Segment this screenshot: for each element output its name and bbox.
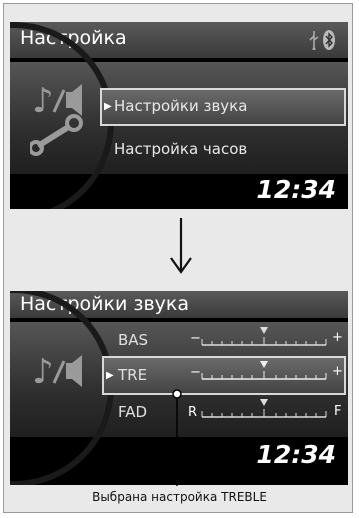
bass-slider[interactable]: [200, 325, 330, 347]
selection-pointer-icon: ▶: [104, 101, 112, 112]
fader-label: FAD: [118, 403, 148, 421]
svg-text:♪: ♪: [32, 81, 54, 121]
menu-item-clock-settings[interactable]: Настройка часов: [114, 140, 247, 158]
down-arrow-icon: [170, 218, 192, 274]
bass-label: BAS: [118, 331, 149, 349]
bass-max-symbol: +: [332, 330, 343, 345]
audio-icon: ♪: [30, 347, 90, 392]
figure-caption: Выбрана настройка TREBLE: [92, 490, 267, 504]
bluetooth-icon: [323, 30, 335, 50]
fader-front-symbol: F: [334, 404, 342, 419]
treble-label: TRE: [118, 366, 148, 384]
fader-slider[interactable]: [200, 397, 330, 419]
settings-screen: Настройка ♪ ▶ Настройки звука Настройка …: [10, 22, 348, 209]
clock-display: 12:34: [256, 440, 336, 469]
usb-icon: [309, 31, 319, 50]
clock-display: 12:34: [256, 175, 336, 204]
callout-line: [172, 389, 182, 486]
treble-max-symbol: +: [332, 364, 343, 379]
selection-pointer-icon: ▶: [106, 370, 114, 381]
menu-item-sound-settings[interactable]: Настройки звука: [114, 97, 247, 115]
treble-slider[interactable]: [200, 359, 330, 381]
audio-settings-icon: ♪: [28, 76, 90, 156]
svg-text:♪: ♪: [32, 352, 54, 391]
fader-rear-symbol: R: [188, 405, 198, 420]
